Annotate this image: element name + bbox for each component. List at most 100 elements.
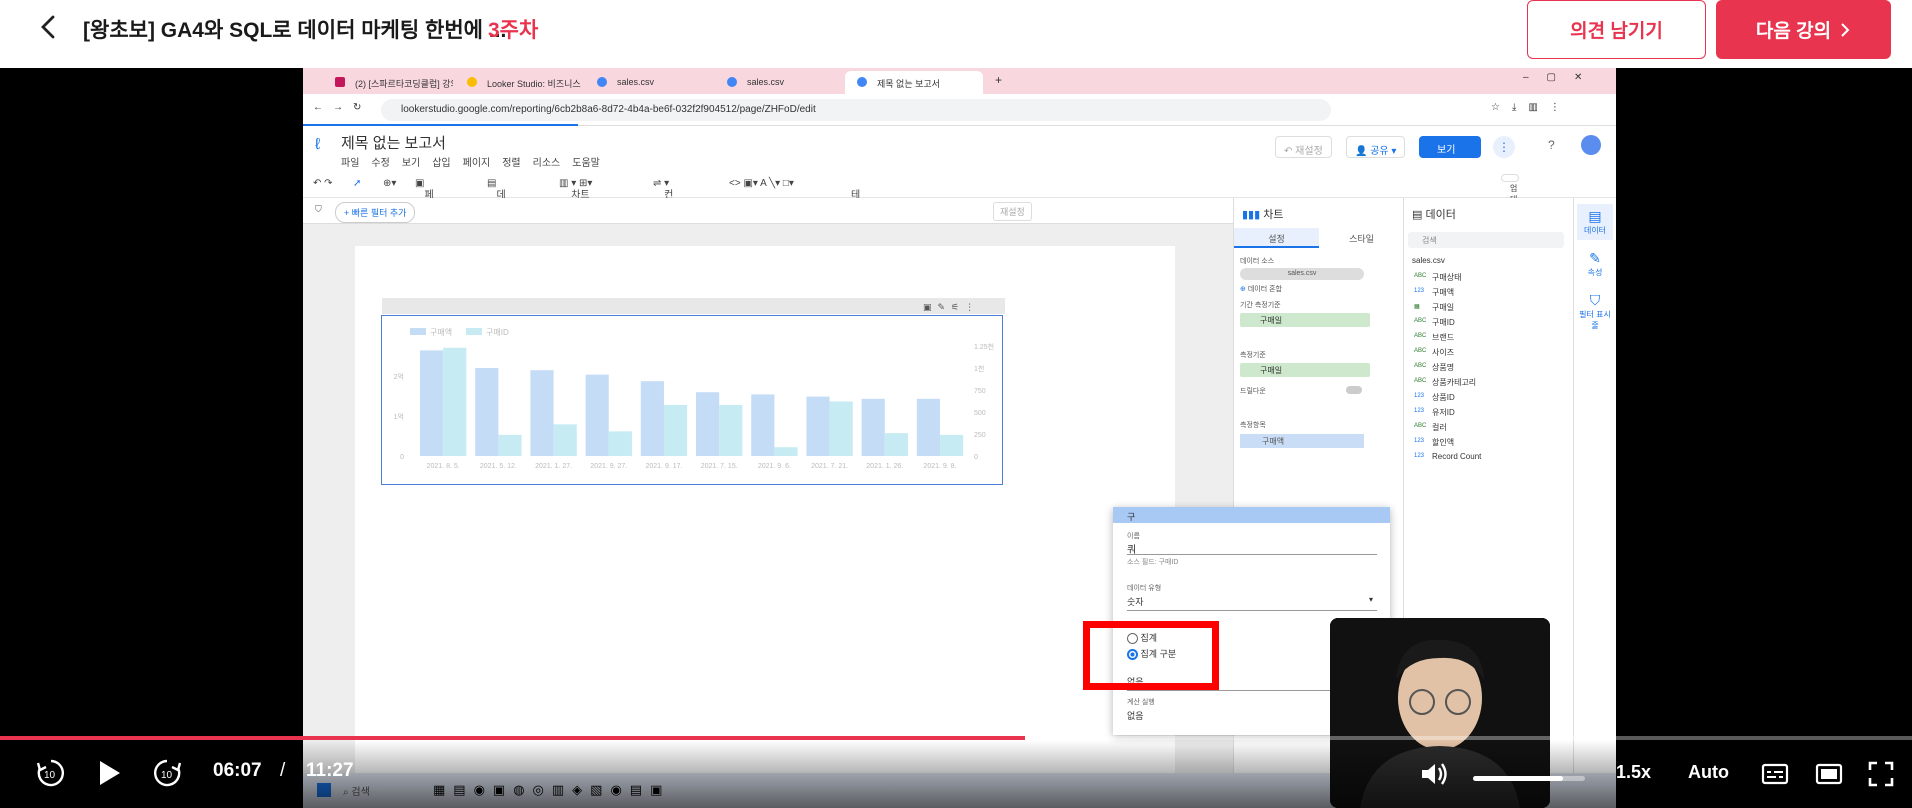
browser-tab-active[interactable]: 제목 없는 보고서: [845, 71, 983, 94]
date-range-chip[interactable]: 구매일: [1240, 313, 1370, 327]
quality-selector[interactable]: Auto: [1688, 762, 1729, 783]
menu-item[interactable]: 수정: [371, 154, 389, 169]
data-search-input[interactable]: 검색: [1408, 232, 1564, 248]
undo-redo-icon[interactable]: ↶ ↷: [313, 178, 333, 189]
bar-series-1: [475, 368, 499, 456]
browser-tab[interactable]: (2) [스파르타코딩클럽] 강의안: [323, 71, 453, 94]
blend-data-link[interactable]: ⊕ 데이터 혼합: [1240, 284, 1282, 294]
field-item[interactable]: 123 구매액: [1404, 287, 1574, 302]
browser-tab[interactable]: Looker Studio: 비즈니스 통계: [455, 71, 583, 94]
report-page[interactable]: ▣✎⚟⋮ 구매액 구매ID 0 1억 2억 0 250 500 750 1천 1.25천 2021…: [355, 246, 1175, 808]
new-tab-icon[interactable]: +: [995, 73, 1002, 87]
chart-header-strip: [382, 298, 1005, 314]
rewind-10-icon[interactable]: 10: [34, 756, 68, 790]
name-input-value: 쿼: [1127, 545, 1137, 556]
metric-chip[interactable]: 구매액: [1240, 434, 1364, 448]
highlight-box: [1083, 621, 1219, 690]
quick-filter-button[interactable]: + 빠른 필터 추가: [335, 202, 416, 223]
add-data-button[interactable]: ▤ 데이터 추가: [487, 178, 506, 261]
side-tab-data[interactable]: ▤ 데이터: [1577, 204, 1613, 240]
select-icon[interactable]: ➚: [353, 178, 361, 189]
drilldown-toggle[interactable]: [1346, 386, 1362, 394]
pause-update-button[interactable]: 업데이트 일시중지: [1501, 174, 1519, 270]
menu-item[interactable]: 보기: [402, 154, 420, 169]
side-tab-properties[interactable]: ✎ 속성: [1577, 246, 1613, 282]
window-controls-icon[interactable]: –▢✕: [1523, 72, 1600, 83]
field-item[interactable]: ABC 사이즈: [1404, 347, 1574, 362]
add-control-button[interactable]: ⇌ 컨트롤 추가 ▾: [653, 178, 673, 261]
bar-series-2: [719, 404, 743, 456]
dimension-label: 측정기준: [1240, 352, 1266, 359]
browser-actions-icon[interactable]: ☆⤓▥⋮: [1491, 102, 1572, 113]
field-item[interactable]: 123 Record Count: [1404, 452, 1574, 467]
field-item[interactable]: ABC 브랜드: [1404, 332, 1574, 347]
metric-label: 측정항목: [1240, 422, 1266, 429]
field-item[interactable]: ABC 상품카테고리: [1404, 377, 1574, 392]
report-title[interactable]: 제목 없는 보고서: [341, 132, 446, 153]
insert-tools-icon[interactable]: <> ▣▾ A ╲▾ □▾: [729, 178, 794, 189]
menu-item[interactable]: 페이지: [463, 154, 491, 169]
tab-setup[interactable]: 설정: [1234, 228, 1319, 248]
view-label: 보기: [1437, 145, 1456, 156]
side-tab-filter-bar[interactable]: ⛉ 필터 표시줄: [1577, 288, 1613, 330]
field-item[interactable]: 123 유저ID: [1404, 407, 1574, 422]
menu-item[interactable]: 삽입: [432, 154, 450, 169]
forward-10-icon[interactable]: 10: [150, 756, 184, 790]
browser-tab[interactable]: sales.csv: [715, 71, 843, 94]
fullscreen-icon[interactable]: [1866, 760, 1896, 788]
data-type-value: 숫자: [1127, 597, 1144, 607]
back-icon[interactable]: [36, 14, 62, 40]
field-item[interactable]: 123 할인액: [1404, 437, 1574, 452]
data-source-chip[interactable]: sales.csv: [1240, 268, 1364, 280]
avatar[interactable]: [1581, 135, 1601, 155]
bar-series-1: [916, 398, 940, 456]
share-button[interactable]: 👤 공유 ▾: [1346, 136, 1406, 158]
field-item[interactable]: ABC 컬러: [1404, 422, 1574, 437]
tab-label: sales.csv: [617, 77, 655, 87]
menu-item[interactable]: 리소스: [533, 154, 561, 169]
video-player[interactable]: (2) [스파르타코딩클럽] 강의안 Looker Studio: 비즈니스 통…: [0, 68, 1912, 808]
menu-item[interactable]: 정렬: [502, 154, 520, 169]
bar-series-1: [420, 350, 444, 456]
comment-button[interactable]: 의견 남기기: [1527, 0, 1706, 59]
chart-tools-icon[interactable]: ▣✎⚟⋮: [923, 302, 980, 313]
add-chart-button[interactable]: ▥ 차트 추가 ▾ ⊞▾: [559, 178, 592, 216]
url-text: lookerstudio.google.com/reporting/6cb2b8…: [401, 104, 816, 115]
chart-selection-box[interactable]: 구매액 구매ID 0 1억 2억 0 250 500 750 1천 1.25천 2021. 8. …: [381, 315, 1003, 485]
field-item[interactable]: 123 상품ID: [1404, 392, 1574, 407]
nav-arrows-icon[interactable]: ←→↻: [313, 102, 371, 113]
calc-value: 없음: [1127, 711, 1144, 721]
name-input[interactable]: 쿼: [1127, 541, 1377, 556]
small-reset-button[interactable]: 재설정: [993, 202, 1032, 221]
reset-button[interactable]: ↶ 재설정: [1275, 136, 1332, 158]
tab-style[interactable]: 스타일: [1319, 228, 1404, 248]
address-input[interactable]: lookerstudio.google.com/reporting/6cb2b8…: [381, 99, 1331, 121]
volume-slider[interactable]: [1473, 776, 1585, 781]
data-type-select[interactable]: 숫자 ▾: [1127, 595, 1377, 611]
zoom-icon[interactable]: ⊕▾: [383, 178, 396, 189]
field-item[interactable]: ▦ 구매일: [1404, 302, 1574, 317]
view-button[interactable]: 보기: [1419, 136, 1481, 158]
field-name: 브랜드: [1432, 333, 1455, 342]
bar-chart[interactable]: 구매액 구매ID 0 1억 2억 0 250 500 750 1천 1.25천 2021. 8. …: [382, 316, 1002, 484]
field-item[interactable]: ABC 구매상태: [1404, 272, 1574, 287]
add-page-button[interactable]: ▣ 페이지 추가: [415, 178, 434, 261]
playback-speed[interactable]: 1.5x: [1616, 762, 1651, 783]
menu-item[interactable]: 도움말: [572, 154, 600, 169]
dimension-chip[interactable]: 구매일: [1240, 363, 1370, 377]
field-item[interactable]: ABC 구매ID: [1404, 317, 1574, 332]
field-list: ABC 구매상태 123 구매액 ▦ 구매일 ABC 구매ID ABC 브랜드 ABC 사이즈 ABC 상…: [1404, 272, 1574, 467]
field-item[interactable]: ABC 상품명: [1404, 362, 1574, 377]
browser-tab[interactable]: sales.csv: [585, 71, 713, 94]
y-right-tick: 1.25천: [974, 342, 994, 351]
next-lecture-button[interactable]: 다음 강의: [1716, 0, 1891, 59]
subtitles-icon[interactable]: [1760, 760, 1790, 788]
menu-item[interactable]: 파일: [341, 154, 359, 169]
field-name: 구매ID: [1432, 318, 1455, 327]
bar-series-2: [939, 434, 964, 456]
theater-mode-icon[interactable]: [1814, 760, 1844, 788]
more-vert-icon[interactable]: ⋮: [1493, 136, 1515, 158]
help-icon[interactable]: ?: [1548, 138, 1555, 152]
play-icon[interactable]: [92, 756, 126, 790]
volume-icon[interactable]: [1418, 758, 1450, 790]
